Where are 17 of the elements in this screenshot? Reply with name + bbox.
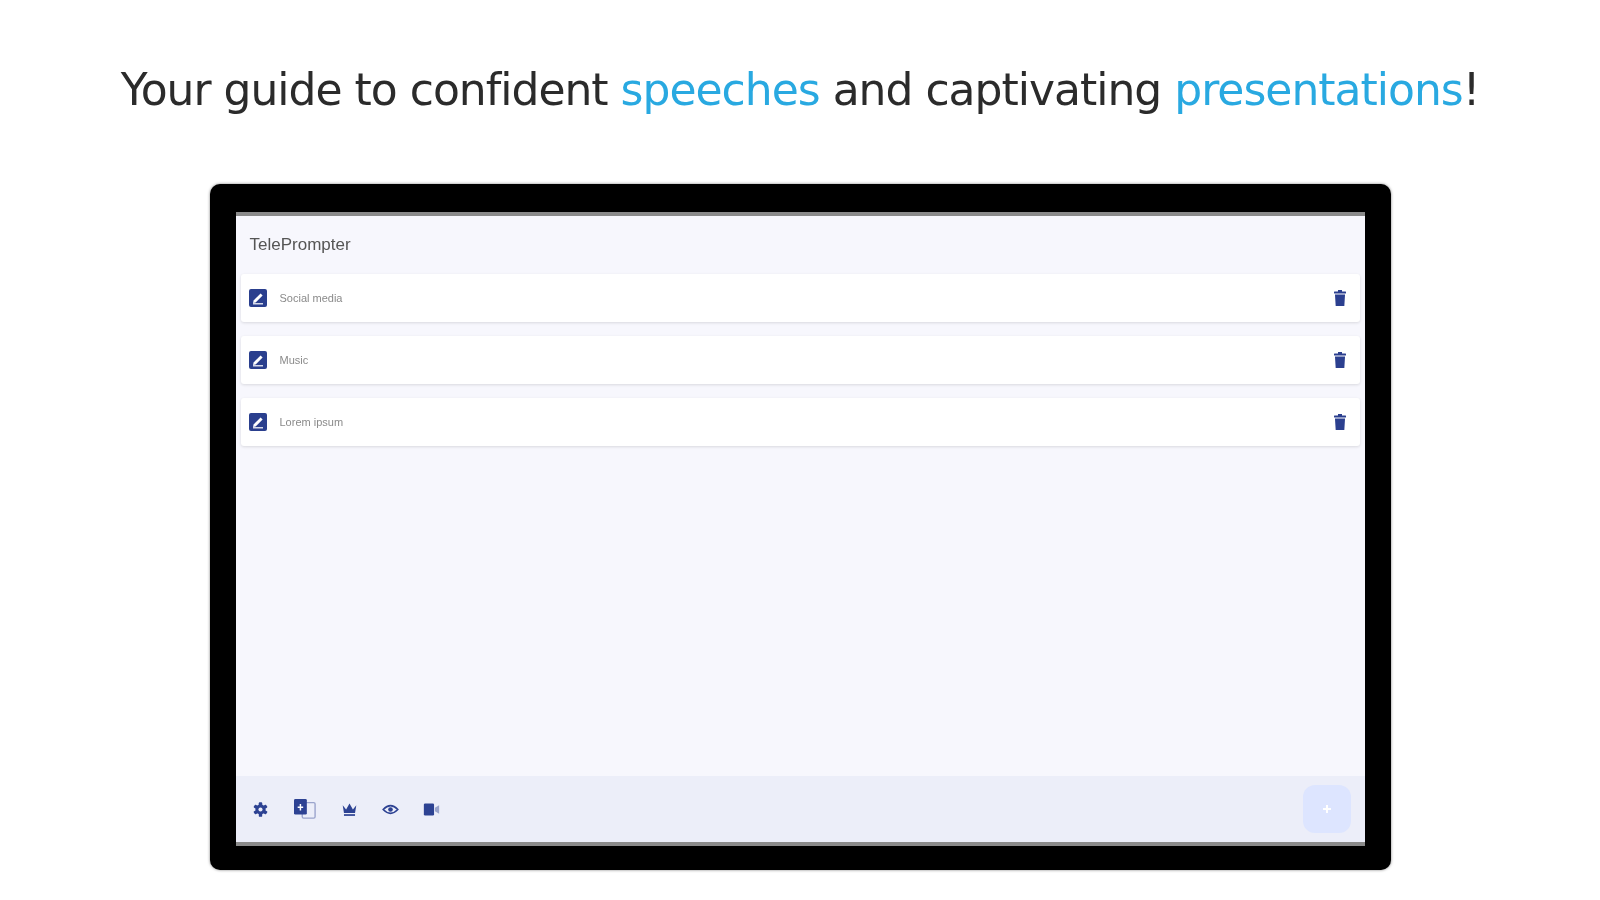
trash-icon[interactable] xyxy=(1333,290,1346,306)
headline: Your guide to confident speeches and captivating presentations! xyxy=(120,63,1480,117)
trash-icon[interactable] xyxy=(1333,414,1346,430)
settings-icon[interactable] xyxy=(251,800,269,818)
script-title: Social media xyxy=(279,292,343,304)
trash-icon[interactable] xyxy=(1333,352,1346,368)
script-row[interactable]: Lorem ipsum xyxy=(240,398,1360,446)
script-row[interactable]: Social media xyxy=(240,274,1360,322)
script-title: Lorem ipsum xyxy=(279,416,344,428)
duplicate-icon[interactable] xyxy=(292,798,317,820)
app-title: TelePrompter xyxy=(249,235,351,255)
edit-icon[interactable] xyxy=(248,351,267,369)
script-row[interactable]: Music xyxy=(240,336,1360,384)
edit-icon[interactable] xyxy=(248,413,267,431)
plus-icon xyxy=(1321,804,1332,814)
edit-icon[interactable] xyxy=(248,289,267,307)
script-title: Music xyxy=(279,354,309,366)
